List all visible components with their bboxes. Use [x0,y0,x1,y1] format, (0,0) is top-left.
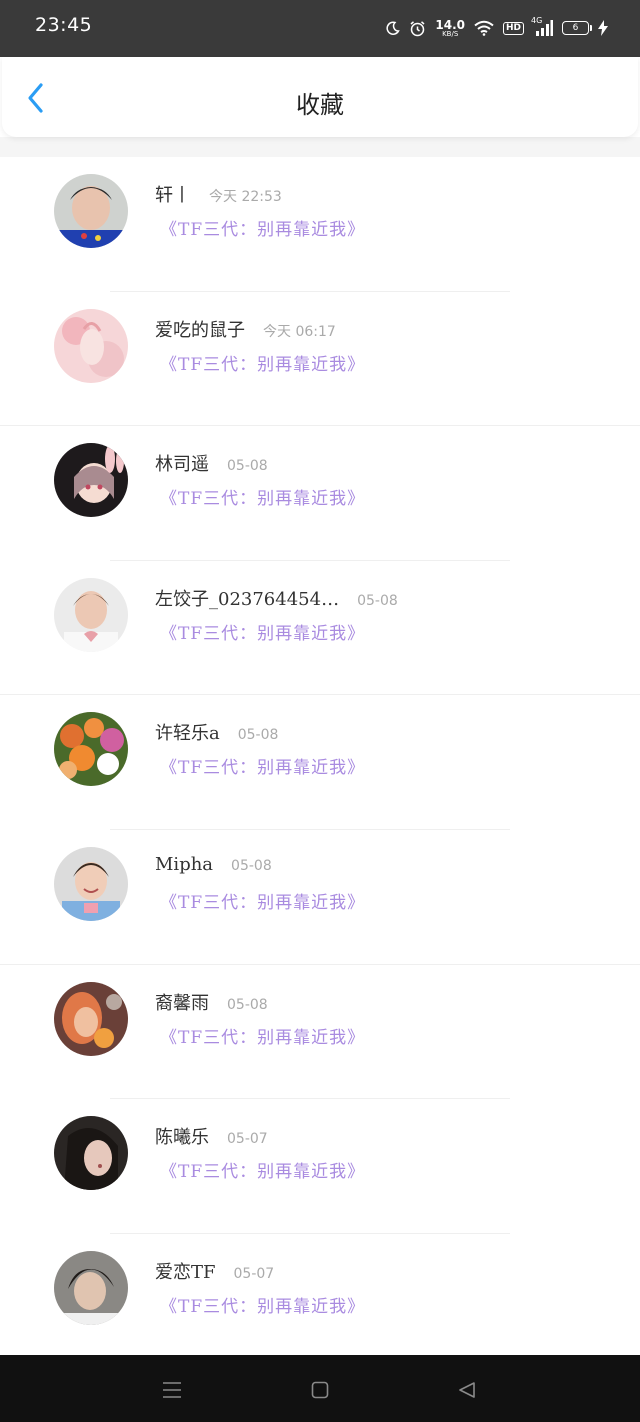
network-speed-unit: KB/S [442,29,459,38]
book-title[interactable]: 《TF三代：别再靠近我》 [160,484,365,509]
user-name: 左饺子_023764454… [155,588,340,610]
book-title[interactable]: 《TF三代：别再靠近我》 [160,1292,365,1317]
book-title[interactable]: 《TF三代：别再靠近我》 [160,753,365,778]
book-title[interactable]: 《TF三代：别再靠近我》 [160,619,365,644]
list-item[interactable]: 爱吃的鼠子 今天 06:17 《TF三代：别再靠近我》 [0,292,640,427]
status-time: 23:45 [35,14,93,36]
item-name: Mipha 05-08 [155,854,272,875]
user-name: 爱恋TF [155,1261,216,1283]
avatar[interactable] [54,712,128,787]
home-button[interactable] [305,1375,335,1405]
user-name: 爱吃的鼠子 [155,319,245,341]
item-time: 今天 22:53 [209,189,282,205]
cellular-type: 4G [531,16,543,25]
moon-icon [386,21,401,35]
list-item[interactable]: 爱恋TF 05-07 《TF三代：别再靠近我》 [0,1234,640,1369]
user-name: 许轻乐a [155,723,220,745]
item-name: 许轻乐a 05-08 [155,719,278,745]
avatar[interactable] [54,846,128,921]
avatar[interactable] [54,443,128,518]
item-time: 05-07 [233,1265,275,1282]
avatar[interactable] [54,174,128,248]
cellular-signal: 4G [531,16,553,36]
avatar[interactable] [54,577,128,652]
item-name: 爱吃的鼠子 今天 06:17 [155,316,336,342]
wifi-icon [474,20,494,36]
item-time: 05-08 [227,996,268,1013]
status-bar: 23:45 14.0 KB/S HD 4G 6 [0,0,640,57]
header-gap [0,137,640,157]
network-speed-value: 14.0 [435,17,465,32]
item-time: 05-08 [357,592,398,609]
avatar[interactable] [54,1250,128,1325]
menu-icon [163,1382,181,1398]
network-speed: 14.0 KB/S [435,19,465,38]
book-title[interactable]: 《TF三代：别再靠近我》 [160,1023,365,1048]
item-time: 今天 06:17 [263,323,336,340]
user-name: 轩丨 [155,185,191,206]
user-name: Mipha [155,853,214,875]
avatar[interactable] [54,1116,128,1191]
home-icon [311,1381,329,1399]
list-item[interactable]: 许轻乐a 05-08 《TF三代：别再靠近我》 [0,695,640,830]
battery-icon: 6 [562,21,592,35]
charging-bolt-icon [598,20,608,36]
avatar[interactable] [54,308,128,383]
book-title[interactable]: 《TF三代：别再靠近我》 [160,1157,365,1182]
list-item[interactable]: 轩丨 今天 22:53 《TF三代：别再靠近我》 [0,157,640,292]
hd-badge: HD [502,21,524,35]
list-item[interactable]: 裔馨雨 05-08 《TF三代：别再靠近我》 [0,965,640,1100]
list-item[interactable]: 左饺子_023764454… 05-08 《TF三代：别再靠近我》 [0,561,640,696]
back-triangle-icon [459,1382,475,1398]
item-name: 轩丨 今天 22:53 [155,181,282,207]
item-name: 爱恋TF 05-07 [155,1258,274,1284]
menu-button[interactable] [157,1375,187,1405]
favorites-list: 轩丨 今天 22:53 《TF三代：别再靠近我》 爱吃的鼠子 今天 06:17 … [0,157,640,1369]
page-title: 收藏 [296,91,344,119]
user-name: 陈曦乐 [155,1127,209,1149]
item-name: 左饺子_023764454… 05-08 [155,585,398,611]
item-time: 05-08 [227,458,268,475]
list-item[interactable]: 陈曦乐 05-07 《TF三代：别再靠近我》 [0,1099,640,1234]
item-time: 05-07 [227,1131,268,1148]
navigation-bar [0,1355,640,1422]
avatar[interactable] [54,981,128,1056]
list-item[interactable]: Mipha 05-08 《TF三代：别再靠近我》 [0,830,640,965]
book-title[interactable]: 《TF三代：别再靠近我》 [160,888,365,913]
book-title[interactable]: 《TF三代：别再靠近我》 [160,215,365,240]
item-name: 陈曦乐 05-07 [155,1123,268,1149]
list-item[interactable]: 林司遥 05-08 《TF三代：别再靠近我》 [0,426,640,561]
book-title[interactable]: 《TF三代：别再靠近我》 [160,350,365,375]
alarm-icon [410,20,425,36]
item-name: 林司遥 05-08 [155,450,268,476]
user-name: 林司遥 [155,454,209,476]
item-time: 05-08 [231,857,272,874]
header: 收藏 [2,57,638,137]
nav-back-button[interactable] [452,1375,482,1405]
status-icons: 14.0 KB/S HD 4G 6 [386,14,608,42]
item-time: 05-08 [237,727,279,744]
user-name: 裔馨雨 [155,992,209,1014]
battery-level: 6 [572,23,579,33]
item-name: 裔馨雨 05-08 [155,989,268,1015]
